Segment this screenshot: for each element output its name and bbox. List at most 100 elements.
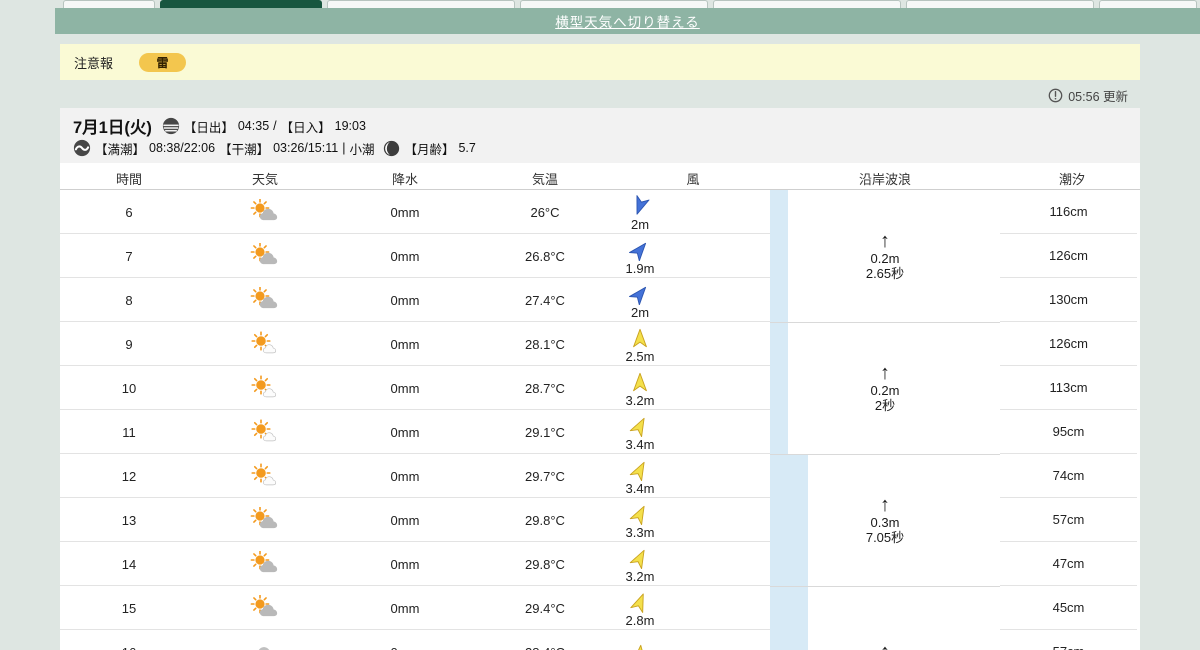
table-header: 時間 天気 降水 気温 風 沿岸波浪 潮汐 [60,163,1140,190]
wind-speed: 3.4m [625,437,655,452]
sunset-label: 【日入】 [280,120,331,135]
sunset-value: 19:03 [334,119,366,133]
tide-cell: 47cm [1000,542,1137,586]
wind-speed: 2.5m [625,349,655,364]
weather-icon-sun-white-cloud [245,410,285,454]
column-header-1: 天気 [251,172,279,187]
table-row: 14 0mm 29.8°C 3.2m [60,542,770,586]
temp-cell: 26.8°C [525,248,565,264]
low-tide-label: 【干潮】 [219,142,270,157]
wind-speed: 1.9m [625,261,655,276]
temp-cell: 29.7°C [525,468,565,484]
wind-cell: 3.3m [605,498,675,542]
switch-layout-link[interactable]: 横型天気へ切り替える [555,11,700,31]
time-cell: 13 [121,512,137,528]
update-time-text: 05:56 更新 [1068,90,1128,104]
weather-icon-sun-gray-cloud [245,542,285,586]
low-tide-value: 03:26/15:11 [273,141,339,155]
table-row: 12 0mm 29.7°C 3.4m [60,454,770,498]
weather-icon-sun-gray-cloud [245,278,285,322]
wave-group: ↑ [770,586,1000,650]
tide-cell: 130cm [1000,278,1137,322]
update-time: 05:56 更新 [1048,86,1128,105]
wind-cell: 1.9m [605,234,675,278]
weather-icon-sun-white-cloud [245,322,285,366]
wind-cell [605,630,675,650]
wind-cell: 3.2m [605,542,675,586]
precip-cell: 0mm [390,468,420,484]
table-row: 13 0mm 29.8°C 3.3m [60,498,770,542]
wave-column: ↑0.2m2.65秒↑0.2m2秒↑0.3m7.05秒↑ [770,190,1000,650]
wind-cell: 2.5m [605,322,675,366]
sunrise-label: 【日出】 [183,120,234,135]
temp-cell: 26°C [530,204,560,220]
column-header-6: 潮汐 [1058,172,1086,187]
table-row: 11 0mm 29.1°C 3.4m [60,410,770,454]
tide-cell: 113cm [1000,366,1137,410]
wind-speed: 3.2m [625,569,655,584]
high-tide-label: 【満潮】 [95,142,146,157]
wind-cell: 3.2m [605,366,675,410]
wind-speed: 3.4m [625,481,655,496]
table-row: 7 0mm 26.8°C 1.9m [60,234,770,278]
table-row: 16 0mm 28.4°C [60,630,770,650]
wave-height: 0.2m [870,250,900,266]
time-cell: 8 [125,292,133,308]
precip-cell: 0mm [390,424,420,440]
precip-cell: 0mm [390,380,420,396]
advisory-badge-thunder[interactable]: 雷 [139,52,187,72]
temp-cell: 28.1°C [525,336,565,352]
time-cell: 16 [60,630,198,650]
precip-cell: 0mm [390,292,420,308]
weather-icon-sun-gray-cloud [245,498,285,542]
wind-speed: 2.8m [625,613,655,628]
precip-cell: 0mm [390,336,420,352]
wave-direction-arrow-icon: ↑ [880,229,890,252]
time-cell: 15 [121,600,137,616]
temp-cell: 29.4°C [525,600,565,616]
advisory-bar: 注意報 雷 [60,44,1140,80]
tide-cell: 126cm [1000,234,1137,278]
weather-icon-sun-white-cloud [245,454,285,498]
precip-cell: 0mm [390,556,420,572]
temp-cell: 28.7°C [525,380,565,396]
time-cell: 7 [125,248,133,264]
advisory-label: 注意報 [74,55,114,71]
wind-cell: 2m [605,190,675,234]
table-row: 10 0mm 28.7°C 3.2m [60,366,770,410]
temp-cell: 29.1°C [525,424,565,440]
time-cell: 10 [121,380,137,396]
tide-cell: 57cm [1000,498,1137,542]
weather-icon-cloud [245,630,285,650]
table-row: 8 0mm 27.4°C 2m [60,278,770,322]
table-body: 6 0mm 26°C 2m 7 0mm 26.8°C 1.9m 8 0mm 27.4°C 2m 9 0mm… [60,190,770,650]
wind-cell: 2.8m [605,586,675,630]
wave-group: ↑ 0.2m 2秒 [770,322,1000,454]
top-bar: 横型天気へ切り替える [55,8,1200,34]
column-header-0: 時間 [115,172,143,187]
date-title: 7月1日(火) [73,119,152,137]
wind-cell: 3.4m [605,454,675,498]
wave-group: ↑ 0.2m 2.65秒 [770,190,1000,322]
tide-column: 116cm 126cm 130cm 126cm 113cm 95cm 74cm 57cm 47c… [1000,190,1137,650]
temp-cell: 27.4°C [525,292,565,308]
time-cell: 11 [122,424,136,440]
date-line-sun: 7月1日(火) 【日出】 04:35 / 【日入】 19:03 [73,115,1140,137]
weather-icon-sun-white-cloud [245,366,285,410]
time-cell: 14 [121,556,137,572]
date-line-tide: 【満潮】 08:38/22:06 【干潮】 03:26/15:11 | 小潮 【… [73,137,1140,159]
sunrise-sunset-icon [162,117,179,135]
wave-group: ↑ 0.3m 7.05秒 [770,454,1000,586]
weather-icon-sun-gray-cloud [245,586,285,630]
tide-cell: 74cm [1000,454,1137,498]
temp-cell: 28.4°C [510,630,580,650]
wind-speed: 2m [630,305,650,320]
table-row: 9 0mm 28.1°C 2.5m [60,322,770,366]
table-row: 15 0mm 29.4°C 2.8m [60,586,770,630]
wind-cell: 2m [605,278,675,322]
time-cell: 12 [121,468,137,484]
wave-period: 2.65秒 [865,265,905,281]
wave-direction-arrow-icon: ↑ [880,362,890,385]
tide-type: 小潮 [349,142,375,157]
clock-icon [1048,88,1063,103]
